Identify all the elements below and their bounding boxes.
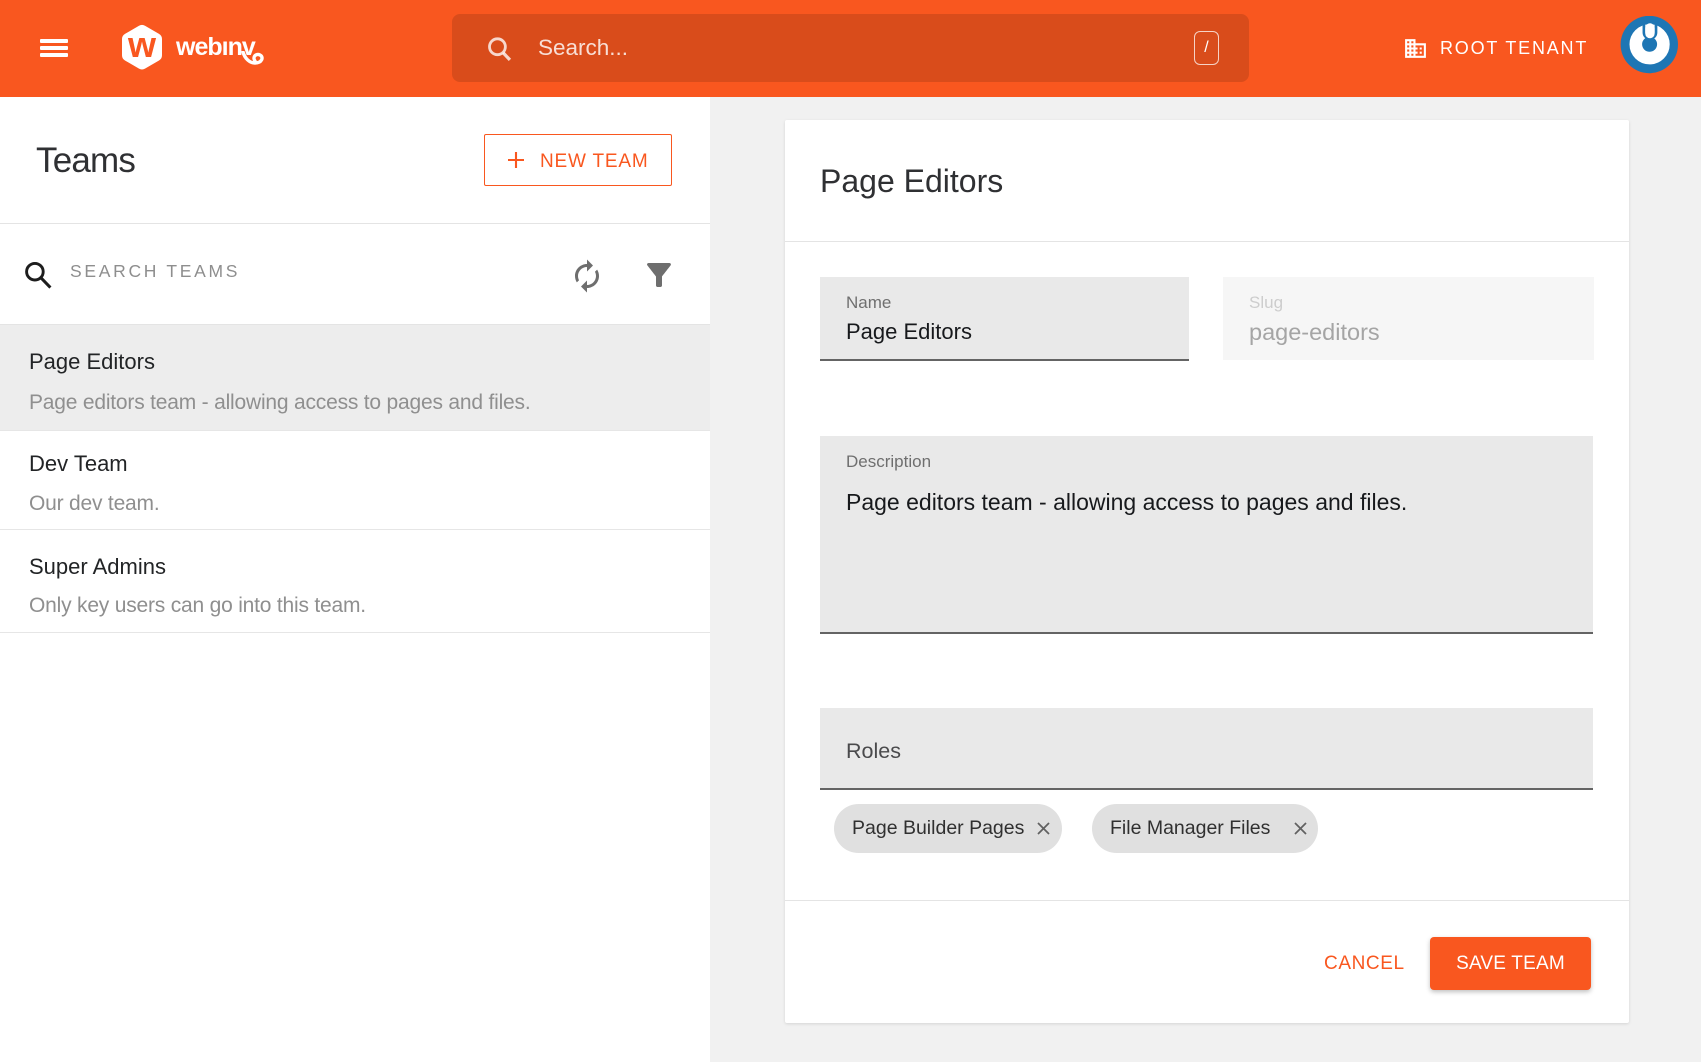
svg-text:w: w	[127, 24, 157, 65]
